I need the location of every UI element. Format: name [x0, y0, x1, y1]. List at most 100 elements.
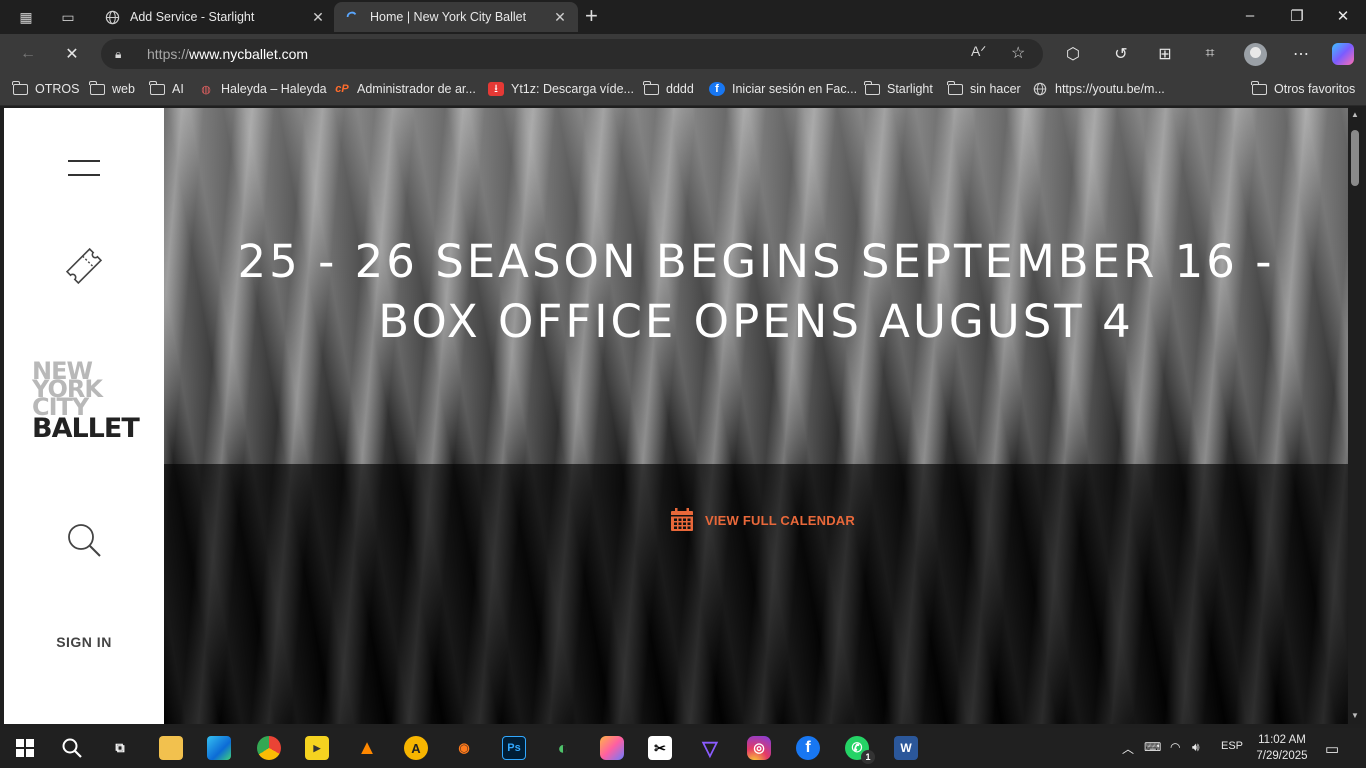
whatsapp-badge: 1 — [861, 750, 875, 764]
task-view-icon[interactable]: ⧉ — [108, 736, 132, 760]
page-viewport: NEW YORK CITY BALLET SIGN IN 25 - 26 SEA… — [4, 108, 1362, 724]
windows-start-icon[interactable] — [13, 736, 37, 760]
system-clock[interactable]: 11:02 AM 7/29/2025 — [1252, 732, 1312, 764]
stop-loading-icon[interactable]: ✕ — [61, 43, 83, 65]
copilot-app-icon[interactable] — [600, 736, 624, 760]
scrollbar-thumb[interactable] — [1351, 130, 1359, 186]
folder-icon — [149, 80, 165, 96]
bookmark-administrador[interactable]: cP Administrador de ar... — [334, 82, 476, 96]
tab-title: Add Service - Starlight — [130, 10, 255, 24]
favorites-bar: OTROS web AI ◍ Haleyda – Haleyda cP Admini… — [0, 74, 1366, 106]
collections-icon[interactable]: ⊞ — [1154, 43, 1176, 65]
chrome-icon[interactable] — [257, 736, 281, 760]
tab-title: Home | New York City Ballet — [370, 10, 527, 24]
word-icon[interactable]: W — [894, 736, 918, 760]
instagram-icon[interactable]: ◎ — [747, 736, 771, 760]
site-sidebar: NEW YORK CITY BALLET SIGN IN — [4, 108, 164, 724]
folder-icon — [89, 80, 105, 96]
copilot-icon[interactable] — [1332, 43, 1354, 65]
tab-nyc-ballet[interactable]: Home | New York City Ballet ✕ — [334, 2, 578, 32]
windows-taskbar: ⧉ ▶ ▲ A ◉ Ps ◐ ✂ ▽ ◎ f ✆ 1 W ︿ ⌨ ◠ 🔊︎ ES… — [0, 728, 1366, 768]
loading-spinner-icon — [344, 9, 360, 25]
favorite-star-icon[interactable]: ☆ — [1011, 43, 1025, 63]
download-icon: ⭳ — [488, 82, 504, 96]
bookmark-haleyda[interactable]: ◍ Haleyda – Haleyda — [198, 82, 326, 96]
more-options-icon[interactable]: ⋯ — [1290, 43, 1312, 65]
facebook-icon[interactable]: f — [796, 736, 820, 760]
wifi-icon[interactable]: ◠ — [1170, 740, 1180, 754]
keyboard-icon[interactable]: ⌨ — [1144, 740, 1161, 754]
bookmark-starlight[interactable]: Starlight — [864, 80, 933, 96]
bookmark-yt1z[interactable]: ⭳ Yt1z: Descarga víde... — [488, 82, 634, 96]
history-icon[interactable]: ↺ — [1110, 43, 1132, 65]
other-favorites-folder[interactable]: Otros favoritos — [1251, 80, 1355, 96]
app-orange-icon[interactable]: ◉ — [452, 736, 476, 760]
read-aloud-icon[interactable]: Aᐟ — [971, 43, 986, 60]
hero-title: 25 - 26 SEASON BEGINS SEPTEMBER 16 - BOX… — [237, 235, 1275, 348]
language-indicator[interactable]: ESP — [1221, 740, 1243, 752]
scroll-up-icon[interactable]: ▲ — [1350, 110, 1360, 119]
player-icon[interactable]: ▶ — [305, 736, 329, 760]
folder-icon — [864, 80, 880, 96]
close-window-icon[interactable]: ✕ — [1333, 7, 1353, 25]
menu-icon[interactable] — [68, 160, 100, 176]
browser-toolbar: ← ✕ 🔒︎ https://www.nycballet.com Aᐟ ☆ ⬡ … — [0, 34, 1366, 74]
close-tab-icon[interactable]: ✕ — [552, 9, 568, 26]
new-tab-button[interactable]: + — [585, 5, 598, 27]
url-host: www.nycballet.com — [189, 46, 309, 62]
show-hidden-icons[interactable]: ︿ — [1122, 740, 1134, 757]
lock-icon[interactable]: 🔒︎ — [115, 47, 131, 62]
proton-vpn-icon[interactable]: ▽ — [698, 736, 722, 760]
screenshot-icon[interactable]: ⌗ — [1199, 43, 1221, 65]
globe-icon — [104, 9, 120, 25]
app-a-icon[interactable]: A — [404, 736, 428, 760]
whatsapp-icon[interactable]: ✆ 1 — [845, 736, 875, 764]
search-icon[interactable] — [66, 522, 102, 558]
volume-icon[interactable]: 🔊︎ — [1192, 740, 1200, 755]
site-icon: ◍ — [201, 83, 211, 96]
bookmark-ai[interactable]: AI — [149, 80, 184, 96]
bookmark-youtu[interactable]: https://youtu.be/m... — [1032, 82, 1165, 96]
close-tab-icon[interactable]: ✕ — [310, 9, 326, 26]
edge-dev-icon[interactable]: ◐ — [551, 736, 575, 760]
folder-icon — [643, 80, 659, 96]
tab-strip: ▦ ▭ Add Service - Starlight ✕ Home | New… — [0, 0, 1366, 34]
bookmark-dddd[interactable]: dddd — [643, 80, 694, 96]
folder-icon — [1251, 80, 1267, 96]
globe-icon — [1032, 82, 1048, 96]
bookmark-web[interactable]: web — [89, 80, 135, 96]
tab-add-service[interactable]: Add Service - Starlight ✕ — [94, 2, 336, 32]
hero-banner: 25 - 26 SEASON BEGINS SEPTEMBER 16 - BOX… — [164, 108, 1348, 724]
workspaces-icon[interactable]: ▦ — [16, 7, 36, 27]
calendar-icon — [670, 508, 694, 532]
page-scrollbar[interactable]: ▲ ▼ — [1348, 108, 1362, 724]
file-explorer-icon[interactable] — [159, 736, 183, 760]
back-icon[interactable]: ← — [17, 43, 39, 65]
calendar-link-label: VIEW FULL CALENDAR — [705, 512, 855, 528]
url-scheme: https:// — [147, 46, 190, 62]
address-bar[interactable]: 🔒︎ https://www.nycballet.com Aᐟ ☆ — [101, 39, 1043, 69]
extensions-icon[interactable]: ⬡ — [1062, 43, 1084, 65]
hero-overlay — [164, 464, 1348, 724]
notifications-icon[interactable]: ▭ — [1325, 740, 1339, 758]
minimize-icon[interactable]: – — [1240, 7, 1260, 24]
vlc-icon[interactable]: ▲ — [355, 736, 379, 760]
search-icon[interactable] — [60, 736, 84, 760]
profile-avatar[interactable] — [1244, 43, 1267, 66]
vertical-tabs-icon[interactable]: ▭ — [58, 7, 78, 27]
sign-in-link[interactable]: SIGN IN — [4, 634, 164, 650]
capcut-icon[interactable]: ✂ — [648, 736, 672, 760]
bookmark-otros[interactable]: OTROS — [12, 80, 79, 96]
facebook-icon: f — [709, 82, 725, 96]
edge-icon[interactable] — [207, 736, 231, 760]
photoshop-icon[interactable]: Ps — [502, 736, 526, 760]
ticket-icon[interactable] — [60, 242, 108, 290]
nyc-ballet-logo[interactable]: NEW YORK CITY BALLET — [32, 359, 142, 442]
view-full-calendar-link[interactable]: VIEW FULL CALENDAR — [670, 508, 855, 532]
scroll-down-icon[interactable]: ▼ — [1350, 711, 1360, 720]
bookmark-sin-hacer[interactable]: sin hacer — [947, 80, 1021, 96]
folder-icon — [12, 80, 28, 96]
restore-icon[interactable]: ❐ — [1287, 7, 1307, 25]
bookmark-facebook[interactable]: f Iniciar sesión en Fac... — [709, 82, 857, 96]
folder-icon — [947, 80, 963, 96]
